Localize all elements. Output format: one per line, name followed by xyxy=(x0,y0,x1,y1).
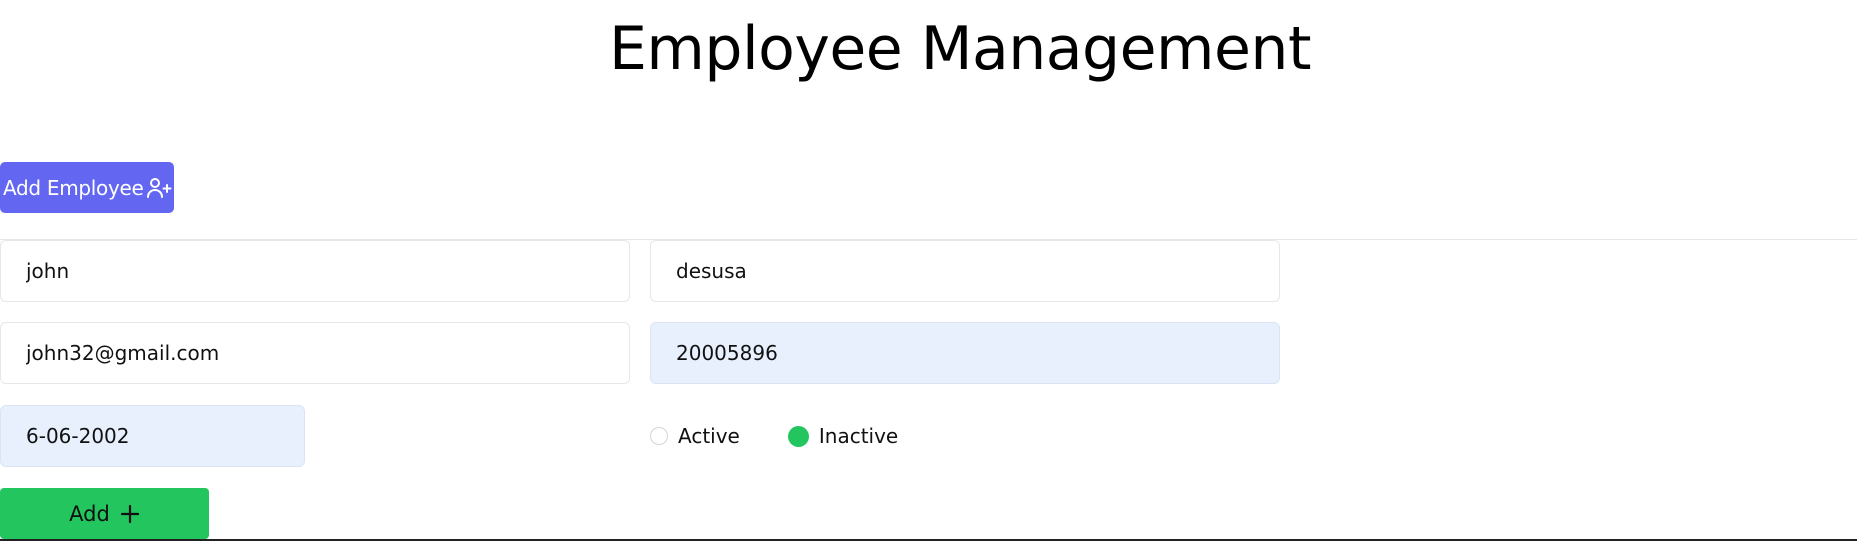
status-radio-label: Inactive xyxy=(818,424,899,448)
status-radio-active[interactable]: Active xyxy=(650,424,740,448)
last-name-input[interactable] xyxy=(650,240,1280,302)
add-employee-button[interactable]: Add Employee xyxy=(0,162,174,213)
page-title: Employee Management xyxy=(609,14,1311,84)
radio-unchecked-icon[interactable] xyxy=(650,427,668,445)
status-radio-inactive[interactable]: Inactive xyxy=(787,424,899,448)
status-radio-label: Active xyxy=(678,424,740,448)
user-plus-icon xyxy=(146,177,172,199)
plus-icon xyxy=(120,504,140,524)
add-button[interactable]: Add xyxy=(0,488,209,539)
email-input[interactable] xyxy=(0,322,630,384)
radio-checked-icon[interactable] xyxy=(787,425,809,447)
employee-management-page: Employee Management Add Employee Active … xyxy=(0,0,1857,541)
phone-input[interactable] xyxy=(650,322,1280,384)
add-employee-label: Add Employee xyxy=(3,175,144,200)
first-name-input[interactable] xyxy=(0,240,630,302)
status-radio-group: Active Inactive xyxy=(650,421,898,451)
add-button-label: Add xyxy=(69,501,110,526)
date-of-birth-input[interactable] xyxy=(0,405,305,467)
